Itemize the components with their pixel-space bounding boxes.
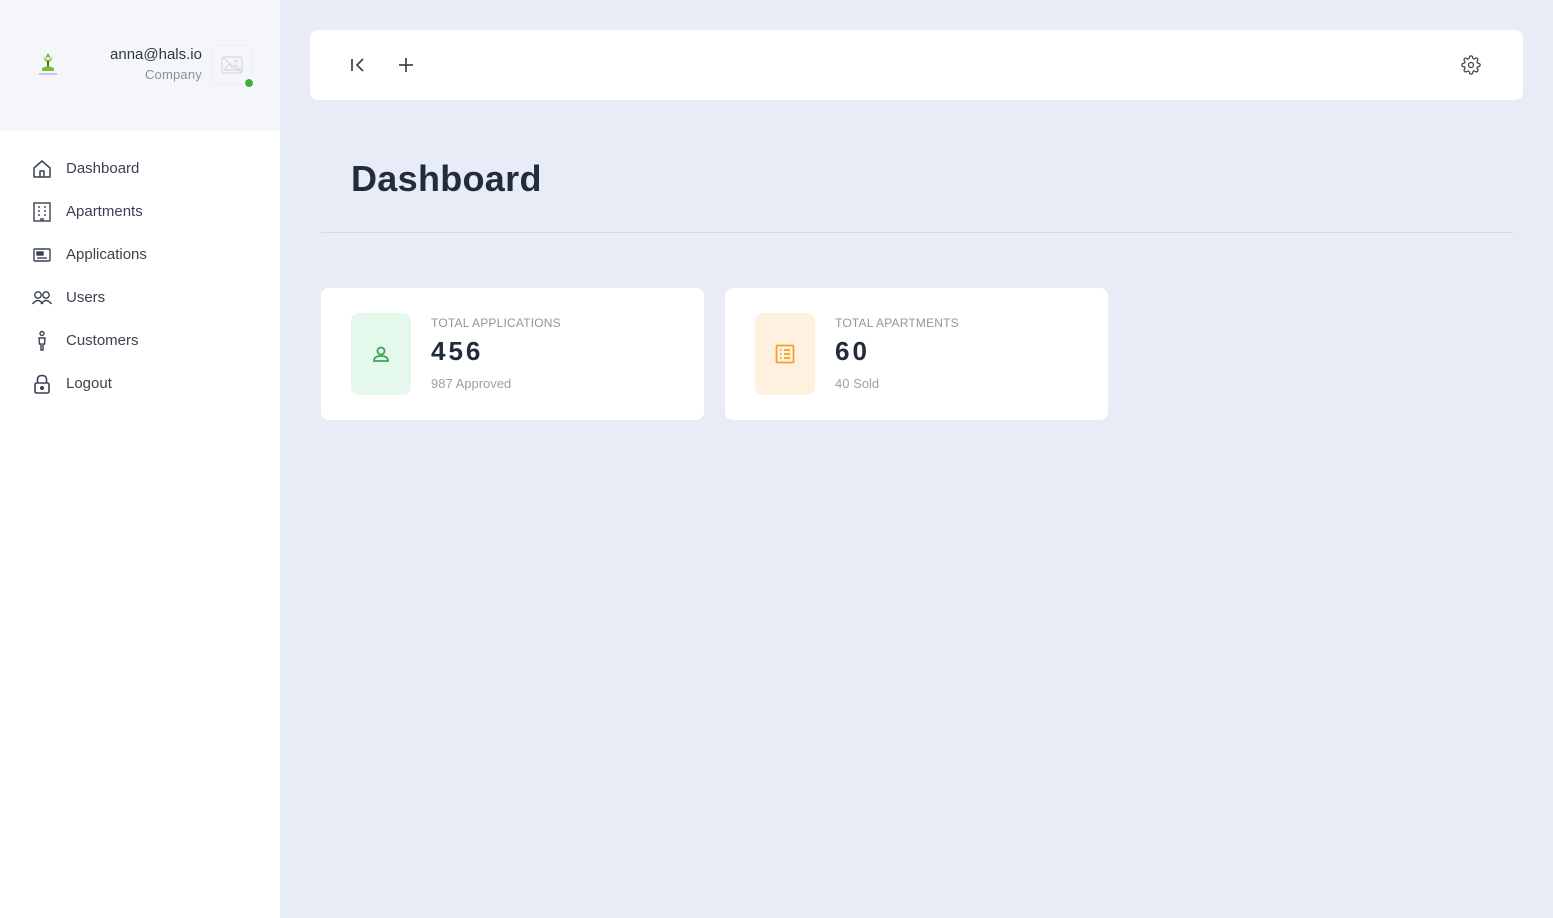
user-email: anna@hals.io — [110, 46, 202, 63]
image-placeholder-icon — [221, 56, 243, 74]
building-icon — [31, 201, 53, 223]
add-button[interactable] — [394, 53, 418, 77]
sidebar-item-label: Apartments — [66, 203, 143, 220]
person-icon — [31, 330, 53, 352]
settings-button[interactable] — [1459, 53, 1483, 77]
company-logo[interactable] — [34, 50, 62, 80]
sidebar-item-label: Applications — [66, 246, 147, 263]
sidebar-item-apartments[interactable]: Apartments — [0, 190, 280, 233]
stat-card-apartments[interactable]: TOTAL APARTMENTS 60 40 Sold — [725, 288, 1108, 420]
card-icon — [31, 244, 53, 266]
card-label: TOTAL APARTMENTS — [835, 316, 959, 330]
sidebar-item-label: Dashboard — [66, 160, 140, 177]
online-status-dot — [244, 78, 254, 88]
card-label: TOTAL APPLICATIONS — [431, 316, 561, 330]
card-icon-box — [755, 313, 815, 395]
collapse-sidebar-button[interactable] — [346, 53, 370, 77]
sidebar-item-label: Customers — [66, 332, 139, 349]
stat-card-applications[interactable]: TOTAL APPLICATIONS 456 987 Approved — [321, 288, 704, 420]
sidebar-item-customers[interactable]: Customers — [0, 319, 280, 362]
user-role: Company — [144, 67, 202, 82]
sidebar: anna@hals.io Company Dashboard Apartment… — [0, 0, 280, 918]
user-icon — [373, 346, 389, 362]
sidebar-item-logout[interactable]: Logout — [0, 362, 280, 405]
card-subtext: 987 Approved — [431, 376, 512, 391]
gear-icon — [1461, 55, 1481, 75]
home-icon — [31, 158, 53, 180]
sidebar-item-dashboard[interactable]: Dashboard — [0, 147, 280, 190]
sidebar-item-label: Logout — [66, 375, 112, 392]
card-value: 60 — [835, 336, 870, 366]
sidebar-item-label: Users — [66, 289, 106, 306]
plus-icon — [399, 58, 413, 72]
sidebar-header: anna@hals.io Company — [0, 0, 280, 131]
list-icon — [775, 344, 795, 364]
sidebar-nav: Dashboard Apartments Applications Users … — [0, 147, 280, 405]
sidebar-item-users[interactable]: Users — [0, 276, 280, 319]
page-title: Dashboard — [351, 158, 542, 199]
sidebar-item-applications[interactable]: Applications — [0, 233, 280, 276]
divider — [321, 232, 1513, 233]
topbar — [310, 30, 1523, 100]
card-subtext: 40 Sold — [835, 376, 880, 391]
card-value: 456 — [431, 336, 484, 366]
lock-icon — [31, 373, 53, 395]
card-icon-box — [351, 313, 411, 395]
users-icon — [31, 287, 53, 309]
collapse-sidebar-icon — [351, 58, 364, 72]
